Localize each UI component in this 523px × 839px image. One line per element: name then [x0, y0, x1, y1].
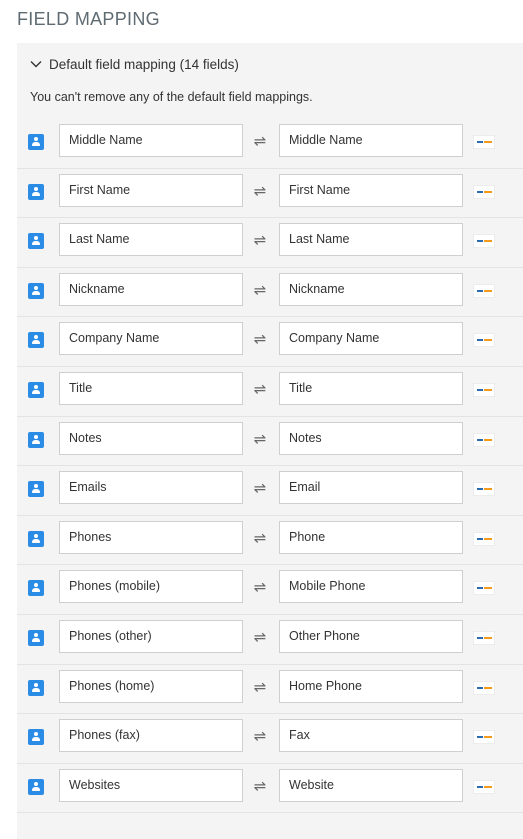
contact-card-icon: [28, 729, 44, 746]
app-logo-icon: [473, 432, 495, 447]
target-field[interactable]: Fax: [279, 719, 463, 753]
swap-arrows-icon: ⇌: [253, 330, 267, 349]
app-logo-icon: [473, 630, 495, 645]
source-field[interactable]: Title: [59, 371, 243, 405]
default-mapping-panel: Default field mapping (14 fields) You ca…: [17, 43, 523, 839]
swap-arrows-icon: ⇌: [253, 280, 267, 299]
app-logo-icon: [473, 779, 495, 794]
source-field[interactable]: Notes: [59, 421, 243, 455]
mapping-row: Websites ⇌ Website: [17, 764, 523, 814]
source-field[interactable]: Nickname: [59, 272, 243, 306]
accordion-toggle[interactable]: Default field mapping (14 fields): [29, 55, 239, 73]
target-field[interactable]: Title: [279, 371, 463, 405]
target-field[interactable]: Website: [279, 768, 463, 802]
target-field[interactable]: Middle Name: [279, 124, 463, 157]
target-field[interactable]: Notes: [279, 421, 463, 455]
contact-card-icon: [28, 332, 44, 349]
app-logo-icon: [473, 531, 495, 546]
swap-arrows-icon: ⇌: [253, 578, 267, 597]
target-field[interactable]: Home Phone: [279, 669, 463, 703]
source-field[interactable]: Phones (other): [59, 619, 243, 653]
mapping-row: Phones (other) ⇌ Other Phone: [17, 615, 523, 665]
mapping-row: Company Name ⇌ Company Name: [17, 317, 523, 367]
app-logo-icon: [473, 482, 495, 497]
swap-arrows-icon: ⇌: [253, 479, 267, 498]
mapping-row: Title ⇌ Title: [17, 367, 523, 417]
swap-arrows-icon: ⇌: [253, 727, 267, 746]
target-field[interactable]: Company Name: [279, 322, 463, 356]
contact-card-icon: [28, 629, 44, 646]
contact-card-icon: [28, 381, 44, 398]
source-field[interactable]: Phones (mobile): [59, 570, 243, 604]
contact-card-icon: [28, 233, 44, 250]
mapping-row: Last Name ⇌ Last Name: [17, 218, 523, 268]
app-logo-icon: [473, 581, 495, 596]
swap-arrows-icon: ⇌: [253, 429, 267, 448]
source-field[interactable]: Phones (fax): [59, 719, 243, 753]
mapping-row: Phones (mobile) ⇌ Mobile Phone: [17, 565, 523, 615]
target-field[interactable]: Mobile Phone: [279, 570, 463, 604]
app-logo-icon: [473, 680, 495, 695]
source-field[interactable]: Last Name: [59, 223, 243, 257]
source-field[interactable]: Company Name: [59, 322, 243, 356]
contact-card-icon: [28, 580, 44, 597]
target-field[interactable]: Last Name: [279, 223, 463, 257]
contact-card-icon: [28, 679, 44, 696]
source-field[interactable]: Phones (home): [59, 669, 243, 703]
contact-card-icon: [28, 282, 44, 299]
swap-arrows-icon: ⇌: [253, 379, 267, 398]
source-field[interactable]: Middle Name: [59, 124, 243, 157]
target-field[interactable]: Nickname: [279, 272, 463, 306]
mapping-row: Emails ⇌ Email: [17, 466, 523, 516]
accordion-title: Default field mapping (14 fields): [49, 56, 239, 72]
swap-arrows-icon: ⇌: [253, 776, 267, 795]
swap-arrows-icon: ⇌: [253, 528, 267, 547]
contact-card-icon: [28, 431, 44, 448]
mapping-list: Middle Name ⇌ Middle Name First Name ⇌ F…: [17, 119, 523, 814]
app-logo-icon: [473, 135, 495, 149]
mapping-row: Notes ⇌ Notes: [17, 417, 523, 467]
source-field[interactable]: Phones: [59, 520, 243, 554]
mapping-row: Phones ⇌ Phone: [17, 516, 523, 566]
target-field[interactable]: Email: [279, 471, 463, 505]
app-logo-icon: [473, 382, 495, 397]
app-logo-icon: [473, 283, 495, 298]
app-logo-icon: [473, 333, 495, 348]
app-logo-icon: [473, 184, 495, 199]
mapping-row: Phones (home) ⇌ Home Phone: [17, 665, 523, 715]
contact-card-icon: [28, 778, 44, 795]
swap-arrows-icon: ⇌: [253, 181, 267, 200]
chevron-down-icon: [30, 61, 42, 68]
swap-arrows-icon: ⇌: [253, 627, 267, 646]
contact-card-icon: [28, 530, 44, 547]
swap-arrows-icon: ⇌: [253, 677, 267, 696]
source-field[interactable]: First Name: [59, 173, 243, 207]
source-field[interactable]: Emails: [59, 471, 243, 505]
contact-card-icon: [28, 183, 44, 200]
mapping-note: You can't remove any of the default fiel…: [30, 90, 313, 104]
contact-card-icon: [28, 134, 44, 150]
mapping-row: Nickname ⇌ Nickname: [17, 268, 523, 318]
app-logo-icon: [473, 234, 495, 249]
mapping-row: First Name ⇌ First Name: [17, 169, 523, 219]
target-field[interactable]: First Name: [279, 173, 463, 207]
contact-card-icon: [28, 481, 44, 498]
app-logo-icon: [473, 730, 495, 745]
swap-arrows-icon: ⇌: [253, 231, 267, 250]
target-field[interactable]: Phone: [279, 520, 463, 554]
mapping-row: Phones (fax) ⇌ Fax: [17, 714, 523, 764]
mapping-row: Middle Name ⇌ Middle Name: [17, 119, 523, 169]
target-field[interactable]: Other Phone: [279, 619, 463, 653]
swap-arrows-icon: ⇌: [253, 132, 267, 150]
section-title: FIELD MAPPING: [17, 9, 160, 29]
source-field[interactable]: Websites: [59, 768, 243, 802]
